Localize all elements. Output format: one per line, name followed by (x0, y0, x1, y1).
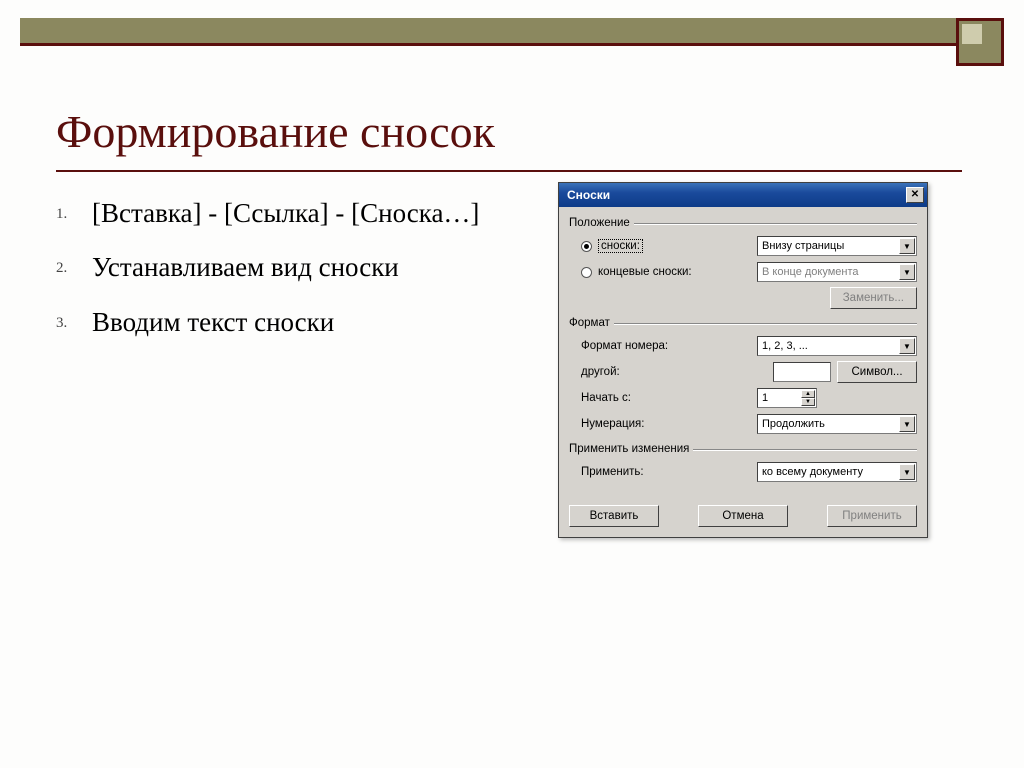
other-input[interactable] (773, 362, 831, 382)
footnotes-dialog: Сноски ✕ Положение сноски: Внизу страниц… (558, 182, 928, 538)
page-title: Формирование сносок (56, 105, 495, 158)
group-apply-changes: Применить изменения (569, 441, 917, 455)
group-position: Положение (569, 215, 917, 229)
title-underline (56, 170, 962, 172)
list-text: Вводим текст сноски (92, 304, 334, 340)
list-item: 3. Вводим текст сноски (56, 304, 516, 340)
list-number: 3. (56, 304, 92, 340)
dialog-titlebar[interactable]: Сноски ✕ (559, 183, 927, 207)
apply-button: Применить (827, 505, 917, 527)
replace-button: Заменить... (830, 287, 917, 309)
chevron-down-icon[interactable]: ▼ (899, 464, 915, 480)
apply-to-combo[interactable]: ко всему документу ▼ (757, 462, 917, 482)
number-format-label: Формат номера: (581, 340, 757, 352)
close-icon[interactable]: ✕ (906, 187, 924, 203)
cancel-button[interactable]: Отмена (698, 505, 788, 527)
start-at-spinner[interactable]: 1 ▲ ▼ (757, 388, 817, 408)
insert-button[interactable]: Вставить (569, 505, 659, 527)
chevron-down-icon[interactable]: ▼ (899, 338, 915, 354)
instruction-list: 1. [Вставка] - [Ссылка] - [Сноска…] 2. У… (56, 195, 516, 358)
other-label: другой: (581, 366, 773, 378)
list-text: Устанавливаем вид сноски (92, 249, 399, 285)
radio-endnotes-label: концевые сноски: (598, 266, 757, 278)
numbering-label: Нумерация: (581, 418, 757, 430)
spinner-down-icon[interactable]: ▼ (801, 398, 815, 406)
start-at-label: Начать с: (581, 392, 757, 404)
apply-to-label: Применить: (581, 466, 757, 478)
number-format-combo[interactable]: 1, 2, 3, ... ▼ (757, 336, 917, 356)
footnote-position-combo[interactable]: Внизу страницы ▼ (757, 236, 917, 256)
radio-footnotes-label: сноски: (598, 240, 757, 252)
chevron-down-icon[interactable]: ▼ (899, 238, 915, 254)
radio-endnotes[interactable] (581, 267, 592, 278)
endnote-position-combo: В конце документа ▼ (757, 262, 917, 282)
list-text: [Вставка] - [Ссылка] - [Сноска…] (92, 195, 479, 231)
list-number: 2. (56, 249, 92, 285)
radio-footnotes[interactable] (581, 241, 592, 252)
numbering-combo[interactable]: Продолжить ▼ (757, 414, 917, 434)
dialog-title: Сноски (567, 188, 610, 202)
decor-top-square (956, 18, 1004, 66)
list-item: 2. Устанавливаем вид сноски (56, 249, 516, 285)
chevron-down-icon[interactable]: ▼ (899, 416, 915, 432)
symbol-button[interactable]: Символ... (837, 361, 917, 383)
list-number: 1. (56, 195, 92, 231)
spinner-up-icon[interactable]: ▲ (801, 390, 815, 398)
list-item: 1. [Вставка] - [Ссылка] - [Сноска…] (56, 195, 516, 231)
chevron-down-icon: ▼ (899, 264, 915, 280)
group-format: Формат (569, 315, 917, 329)
decor-top-bar (20, 18, 1004, 46)
